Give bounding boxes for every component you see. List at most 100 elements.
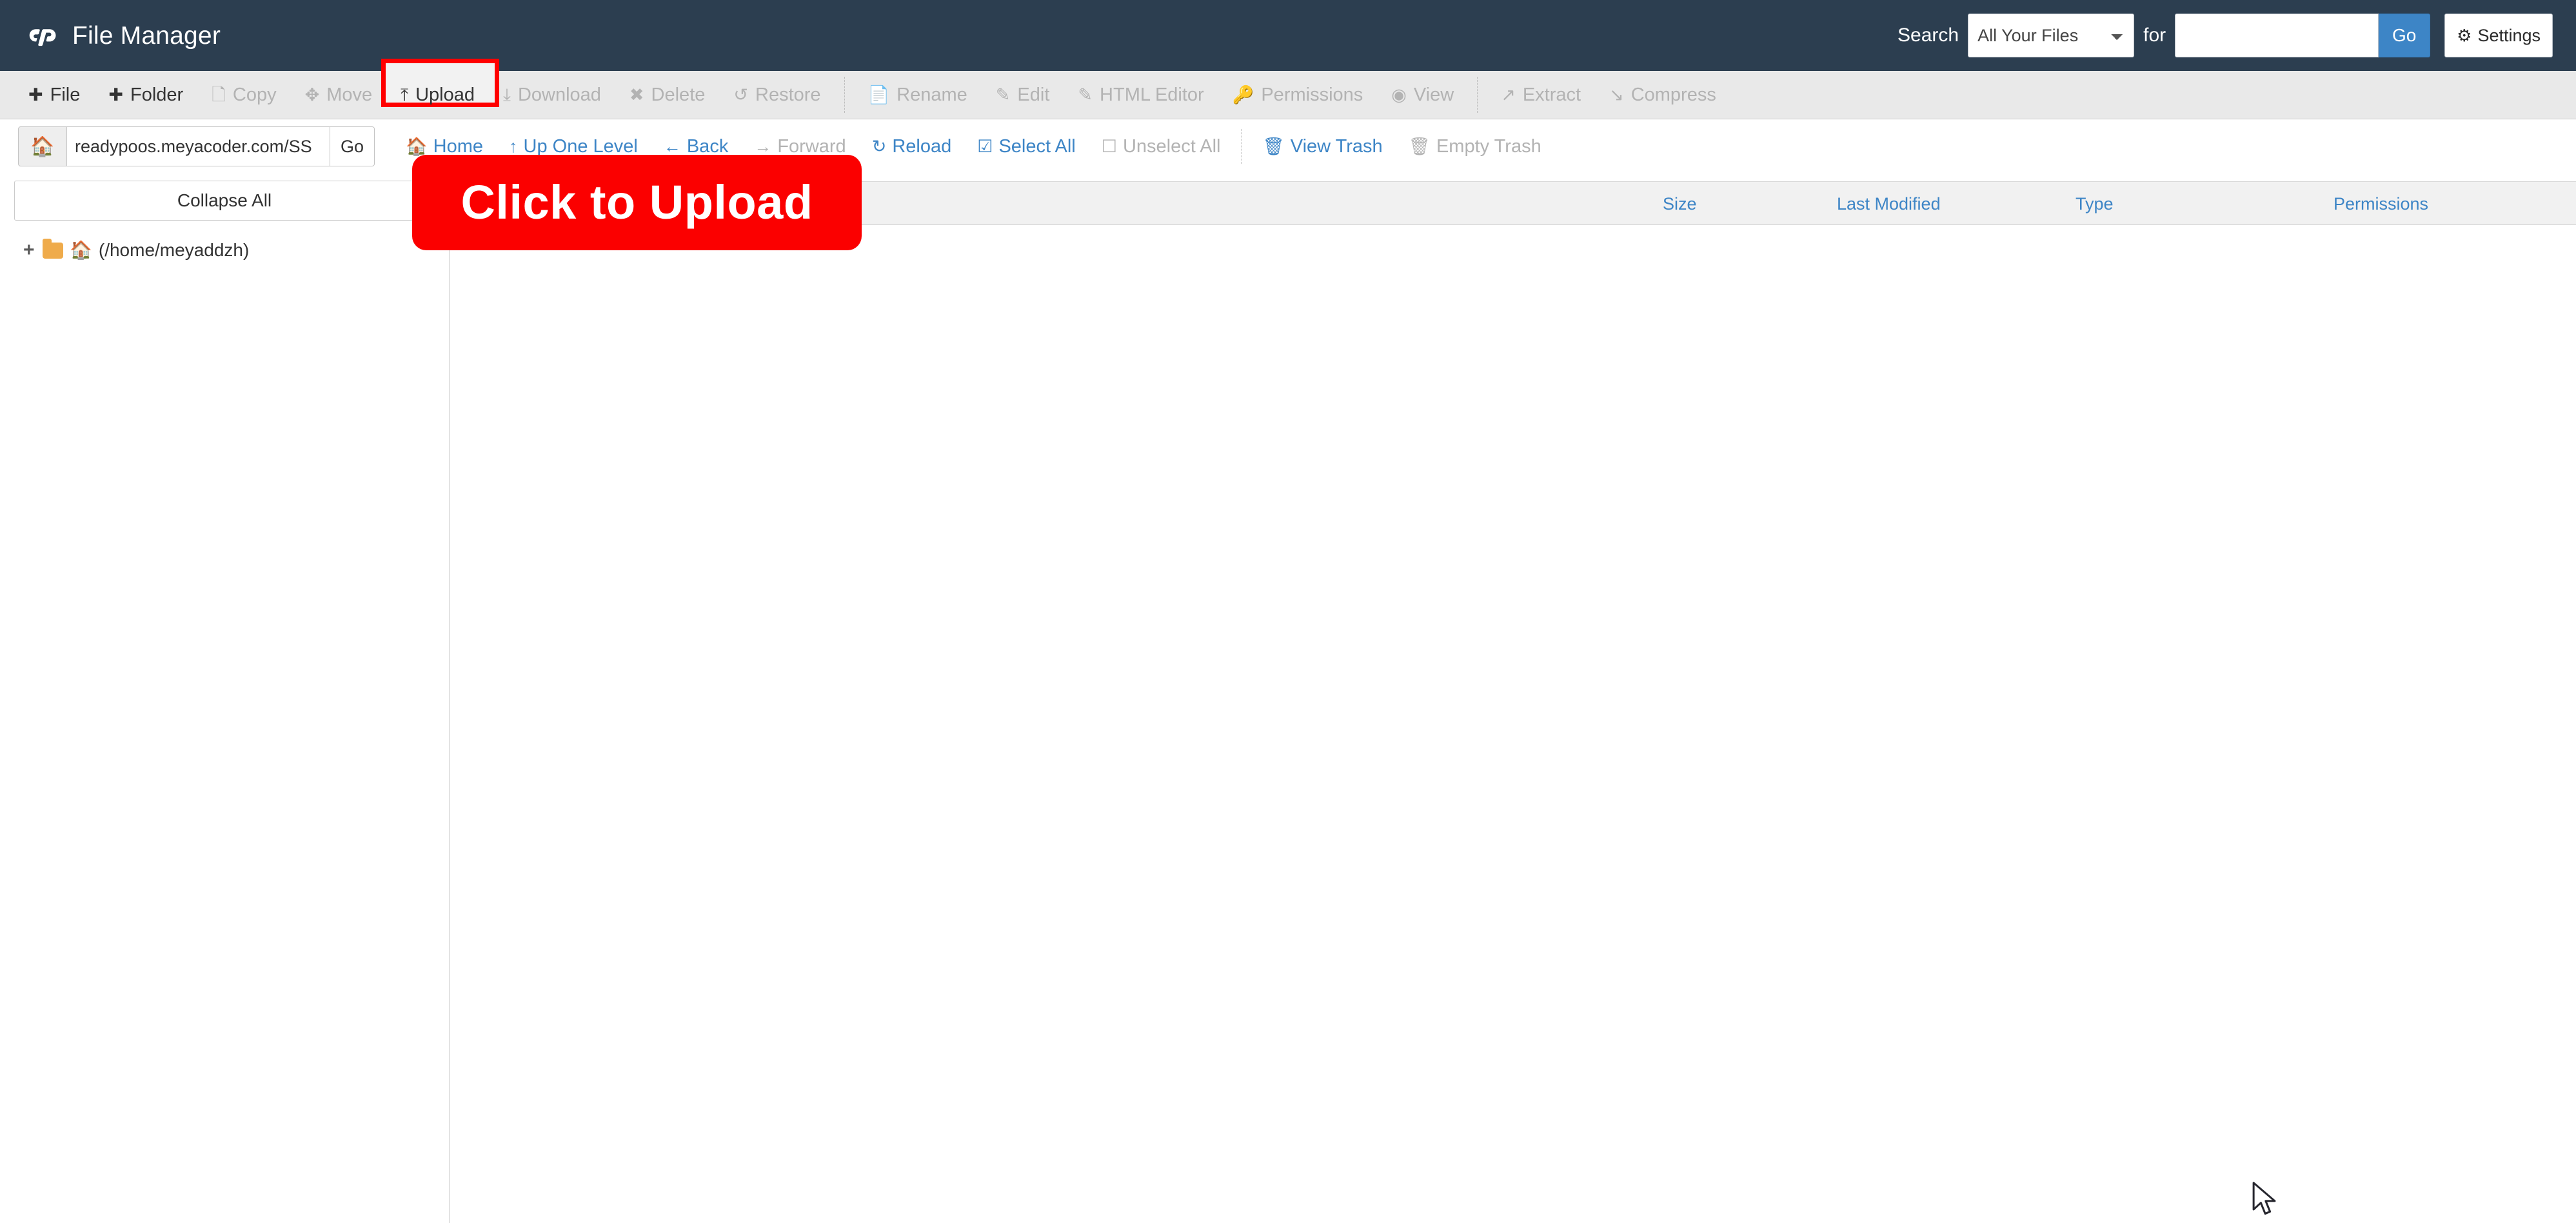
file-list-panel: Name Size Last Modified Type Permissions xyxy=(450,173,2576,1223)
collapse-all-button[interactable]: Collapse All xyxy=(14,181,435,221)
brand: File Manager xyxy=(26,19,221,52)
compress-icon: ↘ xyxy=(1609,85,1624,104)
toolbar-item-folder[interactable]: ✚ Folder xyxy=(94,71,197,119)
toolbar-label: Upload xyxy=(415,85,475,105)
action-toolbar: ✚ File ✚ Folder 🗋 Copy ✥ Move ⤒ Upload ⤓… xyxy=(0,59,2576,119)
toolbar-item-html-editor: ✎ HTML Editor xyxy=(1064,71,1218,119)
arrow-left-icon: ← xyxy=(663,136,681,156)
settings-button[interactable]: ⚙ Settings xyxy=(2444,14,2553,57)
upload-icon: ⤒ xyxy=(401,85,409,104)
checkbox-empty-icon: ☐ xyxy=(1101,136,1117,156)
nav-label: Home xyxy=(433,135,484,157)
toolbar-item-rename: 📄 Rename xyxy=(854,71,982,119)
nav-label: View Trash xyxy=(1290,135,1383,157)
plus-icon: ✚ xyxy=(108,85,123,104)
plus-icon: ✚ xyxy=(28,85,43,104)
click-to-upload-callout: Click to Upload xyxy=(412,155,862,250)
gear-icon: ⚙ xyxy=(2457,26,2472,45)
toolbar-item-permissions: 🔑 Permissions xyxy=(1218,71,1378,119)
column-header-size[interactable]: Size xyxy=(1663,182,1697,226)
home-icon: 🏠 xyxy=(70,240,92,260)
nav-separator xyxy=(1241,129,1242,164)
path-home-button[interactable]: 🏠 xyxy=(18,126,67,166)
toolbar-label: HTML Editor xyxy=(1100,85,1204,105)
move-arrows-icon: ✥ xyxy=(304,85,320,104)
header-search-area: Search All Your Files for Go ⚙ Settings xyxy=(1897,0,2553,71)
toolbar-item-copy: 🗋 Copy xyxy=(197,71,290,119)
trash-icon: 🗑 xyxy=(1262,136,1285,156)
nav-item-up-one-level[interactable]: ↑ Up One Level xyxy=(496,136,651,157)
undo-icon: ↺ xyxy=(733,85,748,104)
toolbar-label: Restore xyxy=(755,85,821,105)
file-icon: 📄 xyxy=(867,85,890,104)
search-scope-select[interactable]: All Your Files xyxy=(1968,14,2135,57)
callout-label: Click to Upload xyxy=(461,175,813,229)
toolbar-label: File xyxy=(50,85,81,105)
nav-label: Forward xyxy=(777,135,846,157)
tree-node-home[interactable]: + 🏠 (/home/meyaddzh) xyxy=(23,236,449,264)
checkbox-checked-icon: ☑ xyxy=(977,136,993,156)
column-header-type[interactable]: Type xyxy=(2076,182,2114,226)
refresh-icon: ↻ xyxy=(871,136,887,156)
html-edit-icon: ✎ xyxy=(1078,85,1093,104)
toolbar-item-upload[interactable]: ⤒ Upload xyxy=(386,71,489,119)
toolbar-label: Move xyxy=(326,85,373,105)
toolbar-item-view: ◉ View xyxy=(1377,71,1468,119)
nav-label: Empty Trash xyxy=(1436,135,1541,157)
toolbar-item-restore: ↺ Restore xyxy=(719,71,835,119)
cpanel-logo-icon xyxy=(26,19,59,52)
toolbar-label: Edit xyxy=(1017,85,1050,105)
directory-tree: + 🏠 (/home/meyaddzh) xyxy=(0,236,449,264)
toolbar-label: Rename xyxy=(897,85,967,105)
app-header: File Manager Search All Your Files for G… xyxy=(0,0,2576,71)
expand-plus-icon[interactable]: + xyxy=(23,241,36,260)
trash-icon: 🗑 xyxy=(1408,136,1431,156)
toolbar-item-file[interactable]: ✚ File xyxy=(14,71,94,119)
search-label: Search xyxy=(1897,25,1959,46)
upload-highlight-wrap: ⤒ Upload xyxy=(381,59,500,119)
toolbar-label: Extract xyxy=(1522,85,1581,105)
copy-icon: 🗋 xyxy=(212,85,226,104)
home-icon: 🏠 xyxy=(30,135,55,157)
search-go-button[interactable]: Go xyxy=(2379,14,2431,57)
toolbar-separator xyxy=(1477,77,1478,113)
nav-label: Back xyxy=(686,135,729,157)
key-icon: 🔑 xyxy=(1232,85,1254,104)
nav-item-home[interactable]: 🏠 Home xyxy=(393,136,496,157)
path-input[interactable] xyxy=(67,126,330,166)
nav-item-reload[interactable]: ↻ Reload xyxy=(859,136,965,157)
navigation-row: 🏠 Go 🏠 Home ↑ Up One Level ← Back → Forw… xyxy=(0,120,2576,173)
path-go-button[interactable]: Go xyxy=(330,126,375,166)
nav-item-forward: → Forward xyxy=(741,136,858,157)
arrow-up-icon: ↑ xyxy=(509,136,518,156)
column-header-last-modified[interactable]: Last Modified xyxy=(1837,182,1941,226)
app-title: File Manager xyxy=(72,21,221,50)
x-icon: ✖ xyxy=(629,85,644,104)
nav-item-back[interactable]: ← Back xyxy=(651,136,741,157)
download-icon: ⤓ xyxy=(503,85,511,104)
toolbar-label: Download xyxy=(517,85,601,105)
toolbar-item-edit: ✎ Edit xyxy=(982,71,1064,119)
toolbar-label: Compress xyxy=(1630,85,1716,105)
expand-icon: ↗ xyxy=(1501,85,1516,104)
toolbar-label: Delete xyxy=(651,85,706,105)
toolbar-item-delete: ✖ Delete xyxy=(615,71,719,119)
nav-item-view-trash[interactable]: 🗑 View Trash xyxy=(1249,136,1395,157)
nav-item-unselect-all: ☐ Unselect All xyxy=(1089,136,1234,157)
sidebar: Collapse All + 🏠 (/home/meyaddzh) xyxy=(0,173,450,1223)
tree-node-label: (/home/meyaddzh) xyxy=(98,240,250,260)
search-input[interactable] xyxy=(2175,14,2379,57)
toolbar-label: View xyxy=(1413,85,1454,105)
nav-item-select-all[interactable]: ☑ Select All xyxy=(964,136,1089,157)
nav-label: Reload xyxy=(892,135,952,157)
settings-label: Settings xyxy=(2477,25,2541,45)
toolbar-label: Permissions xyxy=(1261,85,1363,105)
search-for-label: for xyxy=(2143,25,2166,46)
column-header-permissions[interactable]: Permissions xyxy=(2333,182,2428,226)
toolbar-separator xyxy=(844,77,845,113)
toolbar-label: Copy xyxy=(232,85,277,105)
arrow-right-icon: → xyxy=(754,136,772,156)
nav-label: Unselect All xyxy=(1122,135,1221,157)
nav-label: Select All xyxy=(998,135,1076,157)
toolbar-item-compress: ↘ Compress xyxy=(1595,71,1730,119)
